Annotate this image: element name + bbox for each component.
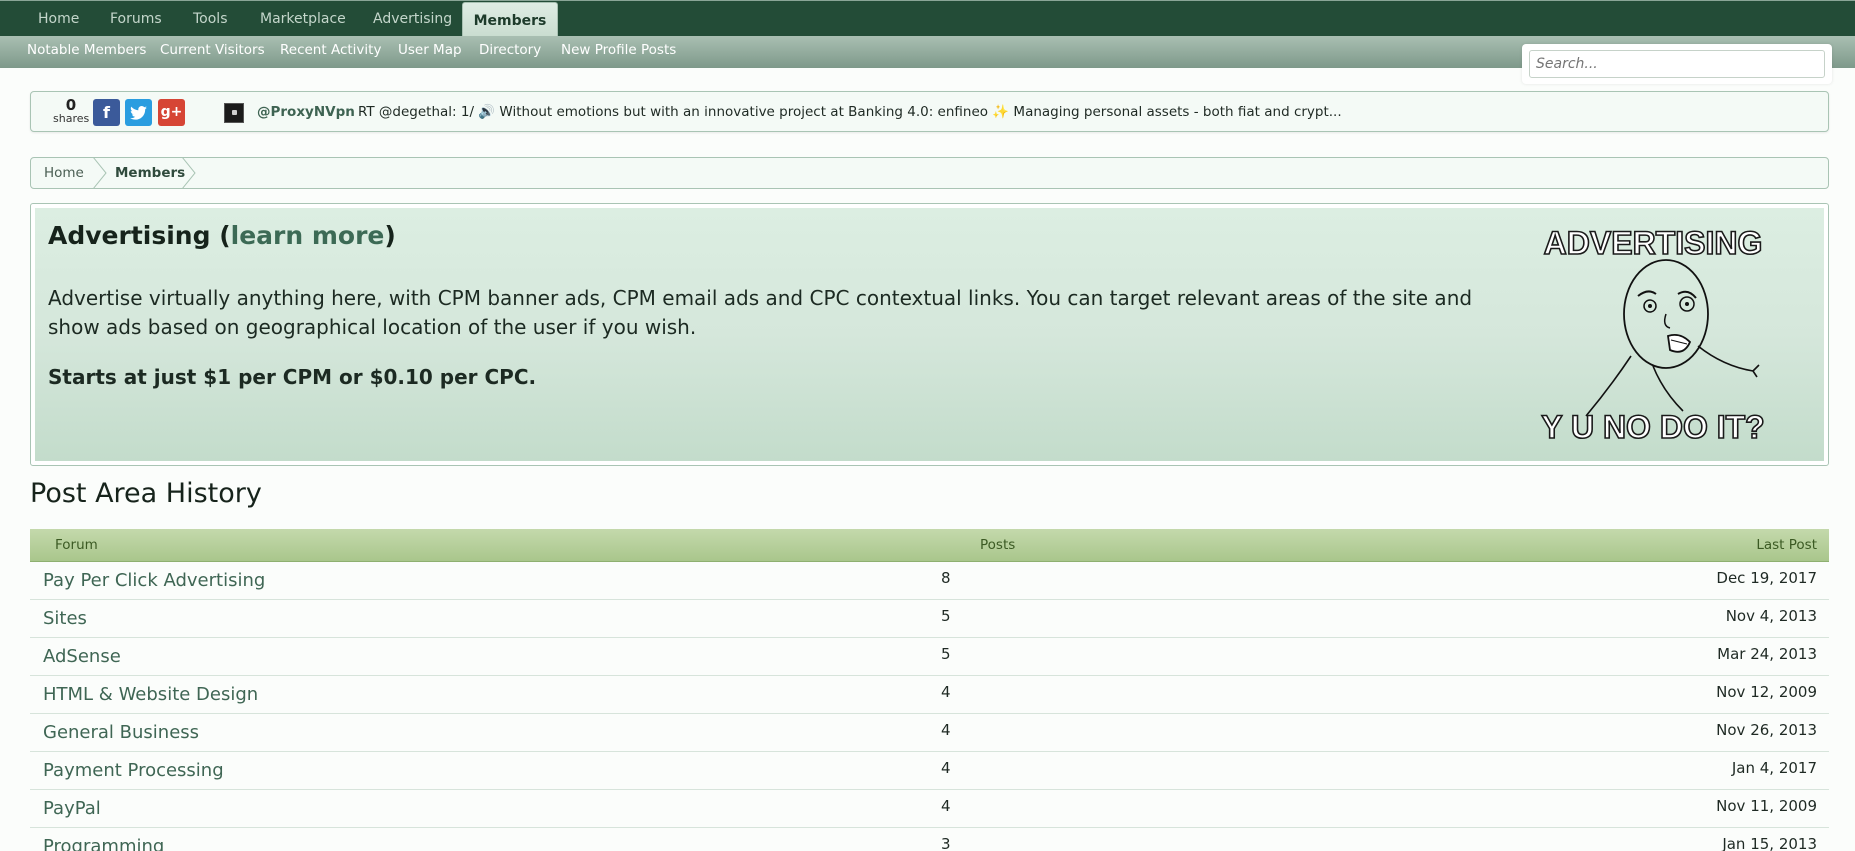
google-plus-icon: g+: [160, 104, 183, 120]
subnav-new-profile-posts[interactable]: New Profile Posts: [561, 36, 676, 64]
meme-bottom-text: Y U NO DO IT?: [1541, 409, 1764, 445]
advertising-panel: Advertising (learn more) Advertise virtu…: [35, 208, 1824, 461]
tweet-text[interactable]: RT @degethal: 1/ 🔊 Without emotions but …: [358, 104, 1342, 120]
tab-advertising[interactable]: Advertising: [373, 1, 452, 37]
last-post-date: Jan 15, 2013: [1722, 835, 1817, 851]
share-count-label: shares: [53, 112, 90, 125]
post-count: 8: [941, 569, 951, 587]
column-header-last-post[interactable]: Last Post: [1756, 529, 1817, 562]
twitter-share-button[interactable]: [125, 99, 152, 126]
forum-link[interactable]: Sites: [43, 608, 87, 629]
twitter-avatar[interactable]: [224, 103, 244, 123]
post-count: 4: [941, 797, 951, 815]
last-post-date: Dec 19, 2017: [1716, 569, 1817, 587]
facebook-icon: f: [103, 103, 110, 122]
table-row: AdSense 5 Mar 24, 2013: [30, 638, 1829, 676]
tab-forums[interactable]: Forums: [110, 1, 162, 37]
breadcrumb-home[interactable]: Home: [44, 158, 84, 188]
learn-more-link[interactable]: learn more: [231, 221, 385, 250]
forum-link[interactable]: AdSense: [43, 646, 121, 667]
advertising-box: Advertising (learn more) Advertise virtu…: [30, 203, 1829, 466]
last-post-date: Mar 24, 2013: [1717, 645, 1817, 663]
tab-members[interactable]: Members: [462, 2, 558, 38]
share-count-number: 0: [65, 96, 77, 114]
last-post-date: Jan 4, 2017: [1731, 759, 1817, 777]
subnav-recent-activity[interactable]: Recent Activity: [280, 36, 381, 64]
table-row: HTML & Website Design 4 Nov 12, 2009: [30, 676, 1829, 714]
table-row: Pay Per Click Advertising 8 Dec 19, 2017: [30, 562, 1829, 600]
table-row: Payment Processing 4 Jan 4, 2017: [30, 752, 1829, 790]
y-u-no-meme-image[interactable]: ADVERTISING Y U NO DO IT?: [1503, 216, 1803, 461]
post-count: 4: [941, 759, 951, 777]
breadcrumb-separator-icon: [93, 157, 107, 189]
table-row: Sites 5 Nov 4, 2013: [30, 600, 1829, 638]
forum-link[interactable]: Programming: [43, 836, 164, 851]
table-row: General Business 4 Nov 26, 2013: [30, 714, 1829, 752]
facebook-share-button[interactable]: f: [93, 99, 120, 126]
meme-top-text: ADVERTISING: [1544, 225, 1763, 261]
table-header: Forum Posts Last Post: [30, 529, 1829, 562]
table-row: Programming 3 Jan 15, 2013: [30, 828, 1829, 851]
last-post-date: Nov 12, 2009: [1716, 683, 1817, 701]
subnav-current-visitors[interactable]: Current Visitors: [160, 36, 265, 64]
post-count: 5: [941, 645, 951, 663]
post-area-history-table: Forum Posts Last Post Pay Per Click Adve…: [30, 529, 1829, 851]
column-header-forum[interactable]: Forum: [55, 529, 98, 562]
breadcrumb: Home Members: [30, 157, 1829, 189]
last-post-date: Nov 11, 2009: [1716, 797, 1817, 815]
forum-link[interactable]: General Business: [43, 722, 199, 743]
page-title: Post Area History: [30, 478, 262, 509]
post-count: 3: [941, 835, 951, 851]
google-plus-share-button[interactable]: g+: [158, 99, 185, 126]
search-container: [1522, 44, 1832, 84]
breadcrumb-separator-icon: [182, 157, 196, 189]
breadcrumb-members[interactable]: Members: [115, 158, 185, 188]
post-count: 4: [941, 721, 951, 739]
advertising-description: Advertise virtually anything here, with …: [48, 286, 1473, 339]
advertising-title-text: Advertising (: [48, 221, 231, 250]
last-post-date: Nov 4, 2013: [1725, 607, 1817, 625]
forum-link[interactable]: HTML & Website Design: [43, 684, 258, 705]
tab-marketplace[interactable]: Marketplace: [260, 1, 346, 37]
table-row: PayPal 4 Nov 11, 2009: [30, 790, 1829, 828]
subnav-directory[interactable]: Directory: [479, 36, 541, 64]
forum-link[interactable]: Pay Per Click Advertising: [43, 570, 265, 591]
tab-home[interactable]: Home: [38, 1, 79, 37]
twitter-handle[interactable]: @ProxyNVpn: [257, 104, 355, 120]
column-header-posts[interactable]: Posts: [980, 529, 1015, 562]
advertising-title-close: ): [384, 221, 396, 250]
share-bar: 0 shares f g+ @ProxyNVpn RT @degethal: 1…: [30, 91, 1829, 132]
tab-tools[interactable]: Tools: [193, 1, 228, 37]
top-navigation: Home Forums Tools Marketplace Advertisin…: [0, 0, 1855, 38]
twitter-icon: [130, 106, 147, 120]
post-count: 5: [941, 607, 951, 625]
advertising-price: Starts at just $1 per CPM or $0.10 per C…: [48, 365, 537, 389]
advertising-title: Advertising (learn more): [48, 221, 396, 250]
subnav-user-map[interactable]: User Map: [398, 36, 462, 64]
forum-link[interactable]: Payment Processing: [43, 760, 224, 781]
share-count: 0 shares: [53, 98, 89, 125]
subnav-notable-members[interactable]: Notable Members: [27, 36, 146, 64]
forum-link[interactable]: PayPal: [43, 798, 101, 819]
search-input[interactable]: [1529, 50, 1825, 78]
last-post-date: Nov 26, 2013: [1716, 721, 1817, 739]
post-count: 4: [941, 683, 951, 701]
